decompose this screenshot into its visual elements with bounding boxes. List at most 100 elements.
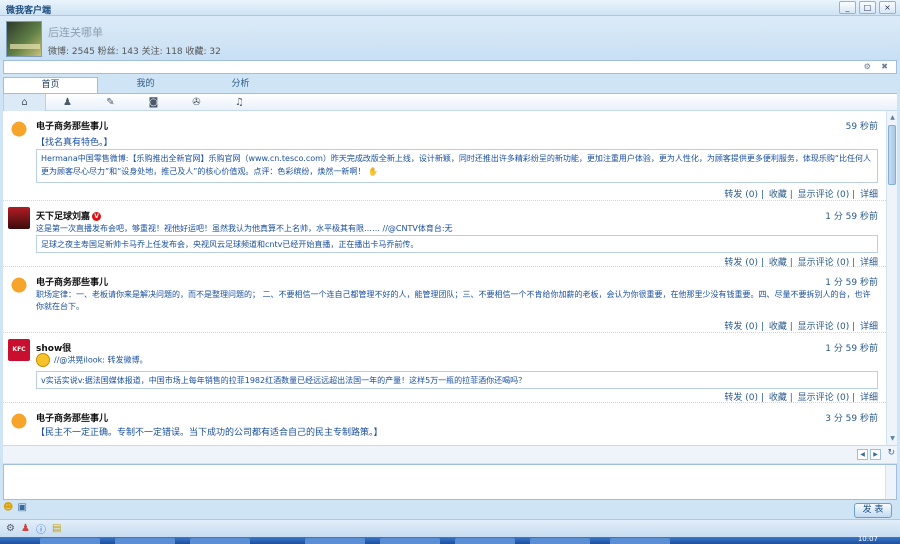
post-quote: v实话实说v:据法国媒体报道，中国市场上每年销售的拉菲1982红酒数量已经远远超… xyxy=(36,371,878,389)
post-text: //@洪晃ilook: 转发微博。 xyxy=(36,353,148,367)
post-username[interactable]: 电子商务那些事儿 xyxy=(36,411,108,424)
feed-footer: ◀ ▶ ↻ xyxy=(3,445,897,463)
user-icon[interactable]: ♟ xyxy=(21,523,30,534)
composer xyxy=(3,464,897,500)
info-icon[interactable]: ⓘ xyxy=(36,521,46,536)
taskbar-item[interactable] xyxy=(455,538,515,544)
taskbar-item[interactable] xyxy=(610,538,670,544)
taskbar-item[interactable] xyxy=(530,538,590,544)
taskbar-item[interactable] xyxy=(190,538,250,544)
post-actions: 转发 (0) | 收藏 | 显示评论 (0) | 详细 xyxy=(724,393,878,403)
scroll-thumb[interactable] xyxy=(888,125,896,185)
feed-scrollbar[interactable]: ▲ ▼ xyxy=(886,111,897,445)
post-quote: 足球之夜主寿国足新帅卡马乔上任发布会，央视风云足球频道和cntv已经开始直播，正… xyxy=(36,235,878,253)
post-text: 【民主不一定正确。专制不一定错误。当下成功的公司都有适合自己的民主专制路策。】 xyxy=(36,428,383,438)
post-text: 【找名真有特色。】 xyxy=(36,138,113,148)
avatar[interactable] xyxy=(8,117,30,139)
user-icon[interactable]: ♟ xyxy=(46,94,89,111)
profile-stats: 微博: 2545 粉丝: 143 关注: 118 收藏: 32 xyxy=(48,47,221,57)
search-input[interactable] xyxy=(3,60,897,74)
composer-scrollbar[interactable] xyxy=(885,465,896,499)
timeline-feed: 电子商务那些事儿 59 秒前 【找名真有特色。】 Hermana中国零售微博:【… xyxy=(3,111,886,445)
quote-text: Hermana中国零售微博:【乐购推出全新官网】乐购官网（www.cn.tesc… xyxy=(41,154,872,176)
close-button[interactable]: × xyxy=(879,1,896,14)
compose-input[interactable] xyxy=(4,465,884,499)
list-item: KFC show很 1 分 59 秒前 //@洪晃ilook: 转发微博。 v实… xyxy=(3,333,886,403)
avatar[interactable] xyxy=(8,409,30,431)
toolbar-icons[interactable]: ⚙ ✖ xyxy=(864,62,892,71)
tab-bar: 首页 我的 分析 xyxy=(3,77,288,93)
taskbar-item[interactable] xyxy=(40,538,100,544)
camera-icon[interactable]: ◙ xyxy=(132,94,175,111)
title-bar: 微我客户端 _ □ × xyxy=(0,0,900,16)
maximize-button[interactable]: □ xyxy=(859,1,876,14)
image-icon[interactable]: ▣ xyxy=(17,502,26,513)
post-quote: Hermana中国零售微博:【乐购推出全新官网】乐购官网（www.cn.tesc… xyxy=(36,149,878,183)
tab-mine[interactable]: 我的 xyxy=(98,77,193,93)
os-taskbar: 10:07 xyxy=(0,535,900,544)
post-time: 1 分 59 秒前 xyxy=(825,212,878,222)
detail-link[interactable]: 详细 xyxy=(860,393,878,403)
thumbs-up-icon: ✋ xyxy=(365,167,378,176)
show-comments-link[interactable]: 显示评论 (0) xyxy=(798,322,850,332)
next-page-button[interactable]: ▶ xyxy=(870,449,881,460)
clock: 10:07 xyxy=(857,535,878,543)
settings-icon[interactable]: ⚙ xyxy=(6,523,15,534)
post-actions: 转发 (0) | 收藏 | 显示评论 (0) | 详细 xyxy=(724,190,878,200)
forward-link[interactable]: 转发 (0) xyxy=(724,322,758,332)
post-time: 1 分 59 秒前 xyxy=(825,344,878,354)
taskbar-item[interactable] xyxy=(380,538,440,544)
tab-home[interactable]: 首页 xyxy=(3,77,98,93)
avatar[interactable]: KFC xyxy=(8,339,30,361)
post-text: 职场定律：一、老板请你来是解决问题的，而不是整理问题的； 二、不要相信一个连自己… xyxy=(36,290,871,311)
status-bar: ⚙ ♟ ⓘ ▤ xyxy=(0,519,900,537)
forward-link[interactable]: 转发 (0) xyxy=(724,393,758,403)
nav-icon-bar: ⌂ ♟ ✎ ◙ ✇ ♫ xyxy=(3,93,897,111)
scroll-up-icon[interactable]: ▲ xyxy=(888,113,897,122)
window-controls: _ □ × xyxy=(839,1,896,14)
send-button[interactable]: 发 表 xyxy=(854,503,892,518)
signature-text[interactable]: 后连关哪单 xyxy=(48,24,103,40)
minimize-button[interactable]: _ xyxy=(839,1,856,14)
detail-link[interactable]: 详细 xyxy=(860,322,878,332)
note-icon[interactable]: ▤ xyxy=(52,523,61,534)
list-item: 电子商务那些事儿 1 分 59 秒前 职场定律：一、老板请你来是解决问题的，而不… xyxy=(3,267,886,333)
post-username: 天下足球刘嘉 V xyxy=(36,209,102,222)
post-username[interactable]: 电子商务那些事儿 xyxy=(36,275,108,288)
avatar[interactable] xyxy=(8,273,30,295)
home-icon[interactable]: ⌂ xyxy=(3,94,46,111)
taskbar-item[interactable] xyxy=(115,538,175,544)
app-title: 微我客户端 xyxy=(6,6,52,16)
music-icon[interactable]: ♫ xyxy=(218,94,261,111)
post-text: 这是第一次直播发布会吧，够重视！视他好运吧！虽然我认为他真算不上名帅，水平极其有… xyxy=(36,224,453,233)
avatar[interactable] xyxy=(6,21,42,57)
list-item: 天下足球刘嘉 V 1 分 59 秒前 这是第一次直播发布会吧，够重视！视他好运吧！… xyxy=(3,201,886,268)
show-comments-link[interactable]: 显示评论 (0) xyxy=(798,393,850,403)
profile-header: 后连关哪单 微博: 2545 粉丝: 143 关注: 118 收藏: 32 xyxy=(0,16,900,60)
forward-link[interactable]: 转发 (0) xyxy=(724,190,758,200)
show-comments-link[interactable]: 显示评论 (0) xyxy=(798,190,850,200)
list-item: 电子商务那些事儿 3 分 59 秒前 【民主不一定正确。专制不一定错误。当下成功… xyxy=(3,403,886,443)
pager: ◀ ▶ xyxy=(857,449,881,460)
edit-icon[interactable]: ✎ xyxy=(89,94,132,111)
username-text[interactable]: 天下足球刘嘉 xyxy=(36,212,90,222)
post-time: 3 分 59 秒前 xyxy=(825,414,878,424)
detail-link[interactable]: 详细 xyxy=(860,190,878,200)
favorite-link[interactable]: 收藏 xyxy=(769,393,787,403)
taskbar-item[interactable] xyxy=(305,538,365,544)
post-time: 1 分 59 秒前 xyxy=(825,278,878,288)
post-time: 59 秒前 xyxy=(845,122,878,132)
favorite-link[interactable]: 收藏 xyxy=(769,322,787,332)
emoticon-icon[interactable]: ☻ xyxy=(3,502,13,513)
list-item: 电子商务那些事儿 59 秒前 【找名真有特色。】 Hermana中国零售微博:【… xyxy=(3,111,886,201)
avatar[interactable] xyxy=(8,207,30,229)
film-icon[interactable]: ✇ xyxy=(175,94,218,111)
post-text-body: //@洪晃ilook: 转发微博。 xyxy=(54,355,148,365)
scroll-down-icon[interactable]: ▼ xyxy=(888,434,897,443)
smiley-icon xyxy=(36,353,50,367)
post-username[interactable]: 电子商务那些事儿 xyxy=(36,119,108,132)
favorite-link[interactable]: 收藏 xyxy=(769,190,787,200)
prev-page-button[interactable]: ◀ xyxy=(857,449,868,460)
refresh-icon[interactable]: ↻ xyxy=(887,448,895,458)
tab-analysis[interactable]: 分析 xyxy=(193,77,288,93)
